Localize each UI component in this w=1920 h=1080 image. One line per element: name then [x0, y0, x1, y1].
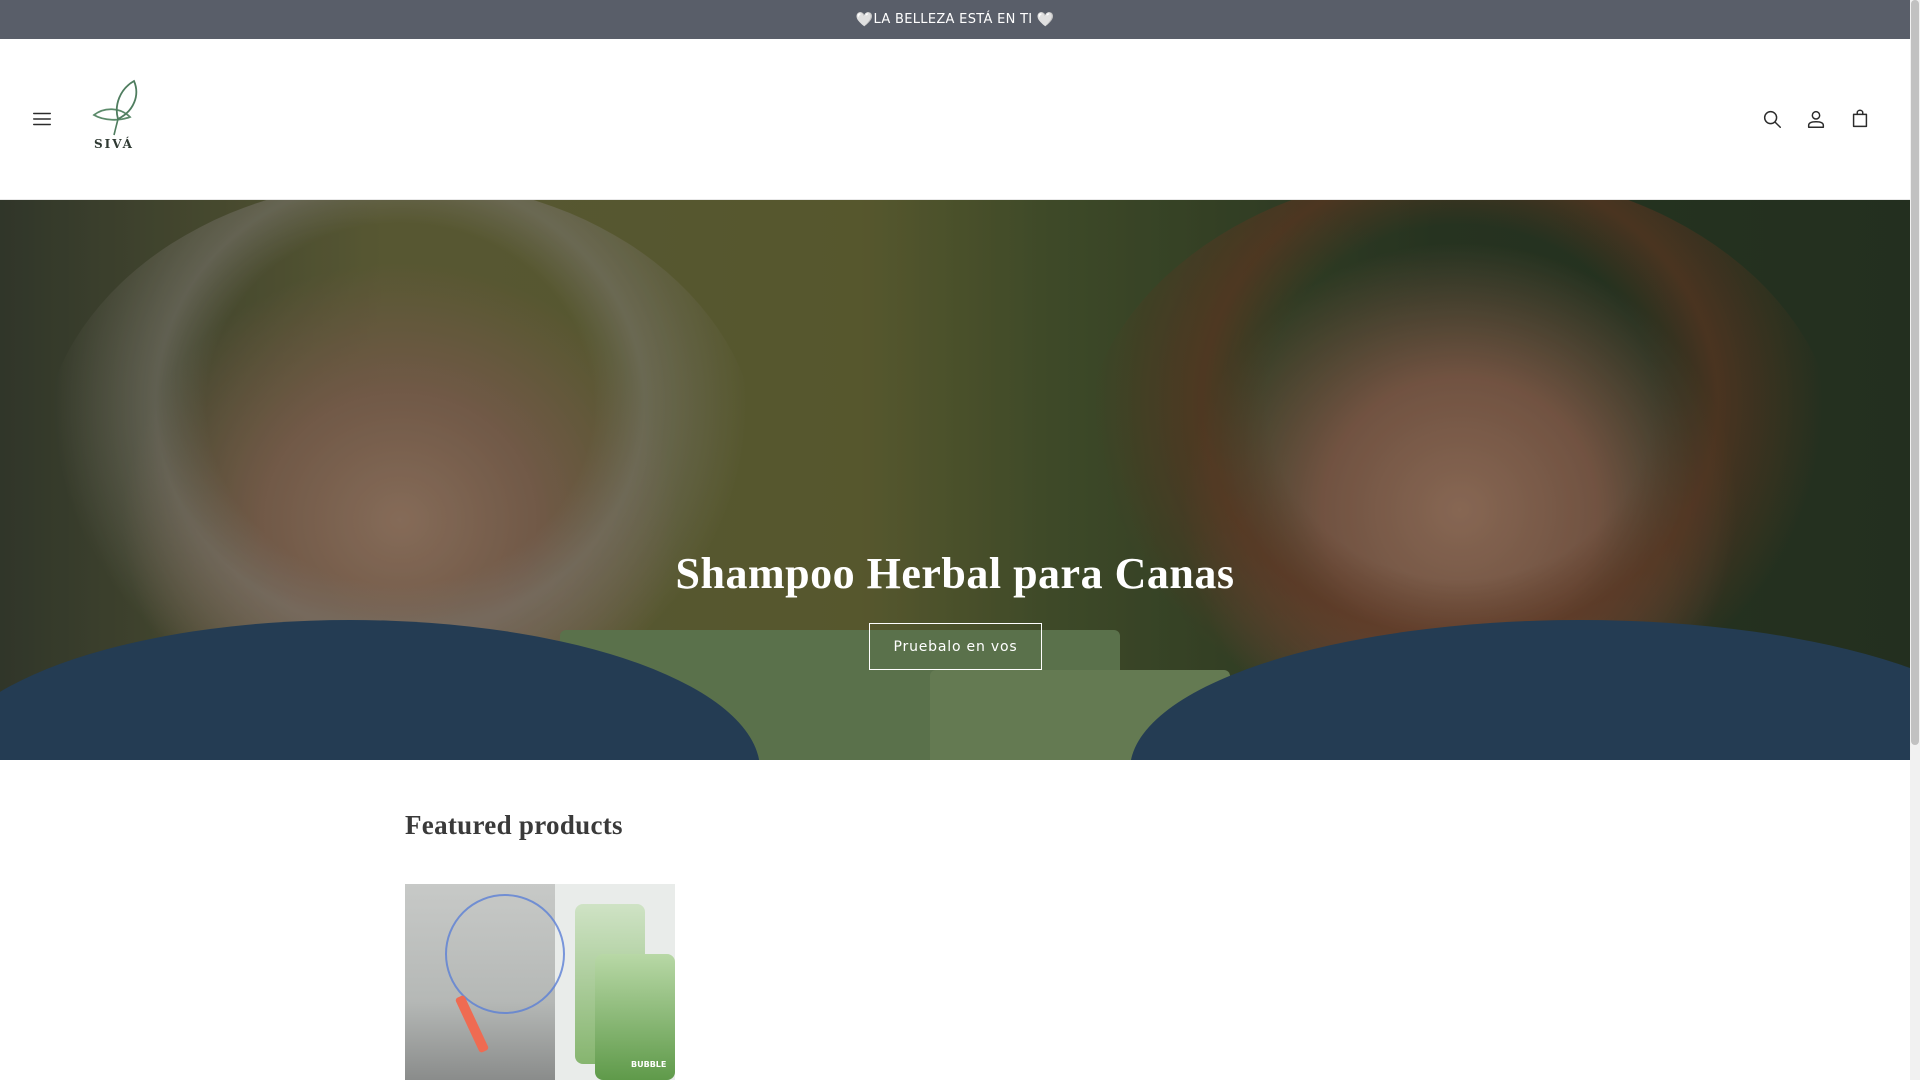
- account-icon: [1807, 110, 1825, 128]
- site-header: SIVÁ: [0, 39, 1910, 200]
- heart-icon: 🤍: [1036, 11, 1055, 28]
- hero-cta-button[interactable]: Pruebalo en vos: [869, 623, 1042, 670]
- announcement-bar: 🤍 LA BELLEZA ESTÁ EN TI 🤍: [0, 0, 1910, 39]
- cart-button[interactable]: [1842, 101, 1878, 137]
- account-button[interactable]: [1798, 101, 1834, 137]
- featured-products-heading: Featured products: [405, 810, 623, 840]
- search-icon: [1763, 110, 1781, 128]
- menu-icon: [33, 112, 51, 126]
- site-logo[interactable]: SIVÁ: [84, 77, 144, 159]
- scrollbar-thumb[interactable]: [1911, 0, 1919, 745]
- cart-icon: [1852, 109, 1868, 128]
- search-button[interactable]: [1754, 101, 1790, 137]
- announcement-text: LA BELLEZA ESTÁ EN TI: [873, 12, 1033, 27]
- menu-button[interactable]: [24, 101, 60, 137]
- heart-icon: 🤍: [855, 11, 874, 28]
- page-scrollbar[interactable]: [1910, 0, 1920, 1080]
- hero-overlay: [0, 200, 1910, 760]
- logo-wordmark: SIVÁ: [94, 137, 134, 151]
- hero-title: Shampoo Herbal para Canas: [675, 549, 1235, 598]
- product-image-label: BUBBLE: [631, 1060, 667, 1069]
- hero-banner: Shampoo Herbal para Canas Pruebalo en vo…: [0, 200, 1910, 760]
- leaf-logo-icon: [92, 79, 138, 136]
- product-card[interactable]: BUBBLE: [405, 884, 675, 1080]
